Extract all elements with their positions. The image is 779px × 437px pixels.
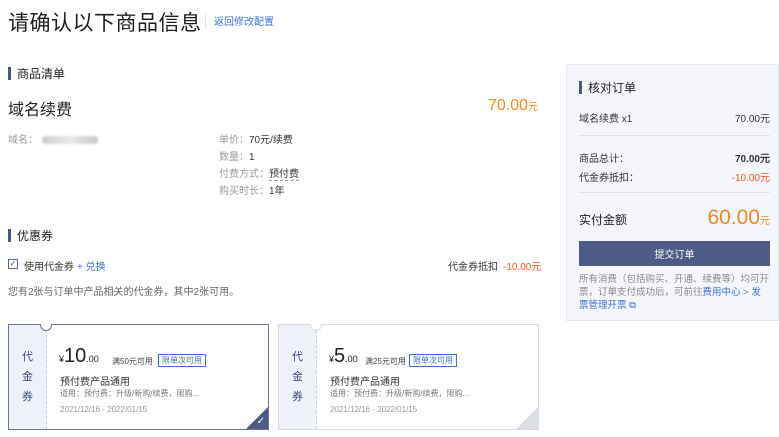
order-summary-heading-label: 核对订单 (588, 81, 637, 95)
unselected-corner (516, 407, 538, 429)
coupon-dates: 2021/12/16 - 2022/01/15 (60, 405, 148, 414)
exchange-coupon-link[interactable]: + 兑换 (77, 258, 106, 273)
coupon-side-char: 金 (22, 371, 33, 383)
order-summary-panel: 核对订单 域名续费 x1 70.00元 商品总计： 70.00元 代金券抵扣： … (566, 64, 779, 321)
detail-label: 付费方式： (219, 169, 269, 180)
heading-accent-bar (579, 81, 582, 94)
coupon-title: 预付费产品通用 (60, 377, 130, 388)
external-link-icon: ⧉ (626, 300, 636, 311)
product-price: 70.00元 (488, 97, 538, 115)
coupon-notch (310, 324, 322, 331)
coupon-side-char: 券 (22, 391, 33, 403)
detail-value: 1 (249, 152, 255, 163)
coupon-amount-value: 10 (64, 345, 87, 367)
domain-label: 域名： (8, 135, 38, 146)
coupon-amount-decimal: .00 (86, 354, 99, 364)
coupon-amount: ¥5.00 (329, 345, 358, 368)
back-to-config-link[interactable]: 返回修改配置 (205, 13, 274, 28)
submit-order-button[interactable]: 提交订单 (579, 241, 770, 266)
coupon-hint: 您有2张与订单中产品相关的代金券，其中2张可用。 (8, 287, 240, 298)
pay-amount-label: 实付金额 (579, 213, 628, 227)
product-list-heading: 商品清单 (8, 65, 65, 82)
use-coupon-checkbox[interactable]: ✓ (8, 259, 18, 269)
coupon-amount-decimal: .00 (345, 354, 358, 364)
order-summary-heading: 核对订单 (579, 79, 636, 96)
selected-check-icon: ✓ (256, 416, 265, 427)
detail-value: 1年 (269, 186, 285, 197)
coupon-side-char: 券 (292, 391, 303, 403)
summary-total-row: 商品总计： 70.00元 (579, 150, 770, 165)
coupon-side-label: 代 金 券 (9, 325, 47, 429)
summary-divider (579, 135, 770, 136)
coupon-condition: 满25元可用 (365, 357, 406, 366)
check-icon: ✓ (9, 259, 17, 268)
page-title: 请确认以下商品信息 (8, 12, 202, 35)
coupon-limit-tag: 限单次可用 (409, 354, 457, 367)
pay-amount-unit: 元 (760, 216, 770, 227)
coupon-title: 预付费产品通用 (330, 377, 400, 388)
coupon-side-char: 代 (292, 351, 303, 363)
coupon-scope: 适用：预付费：升级/新购/续费，限购... (60, 389, 200, 398)
summary-divider (579, 192, 770, 193)
detail-row-unit-price: 单价：70元/续费 (219, 131, 293, 146)
detail-row-payment-method: 付费方式：预付费 (219, 165, 299, 181)
summary-coupon-value: -10.00元 (731, 173, 770, 184)
product-name: 域名续费 (8, 102, 73, 119)
product-price-unit: 元 (528, 102, 538, 113)
heading-accent-bar (8, 229, 11, 242)
domain-value-redacted (42, 136, 98, 145)
coupon-deduct-label: 代金券抵扣 (448, 262, 498, 273)
coupon-heading: 优惠券 (8, 227, 53, 244)
summary-item-row: 域名续费 x1 70.00元 (579, 110, 770, 125)
summary-item-value: 70.00元 (734, 114, 770, 125)
coupon-condition: 满50元可用 (112, 357, 153, 366)
detail-label: 单价： (219, 135, 249, 146)
coupon-side-label: 代 金 券 (279, 325, 317, 429)
coupon-amount-value: 5 (334, 345, 346, 367)
detail-row-duration: 购买时长：1年 (219, 182, 285, 197)
coupon-card-10[interactable]: 代 金 券 ¥10.00 满50元可用 限单次可用 预付费产品通用 适用：预付费… (8, 324, 269, 430)
coupon-notch (40, 324, 52, 331)
product-list-heading-label: 商品清单 (17, 67, 66, 81)
detail-label: 数量： (219, 152, 249, 163)
coupon-amount: ¥10.00 (59, 345, 99, 368)
detail-value: 预付费 (269, 169, 299, 181)
detail-value: 70元/续费 (249, 135, 293, 146)
invoice-note: 所有消费（包括购买、开通、续费等）均可开票，订单支付成功后，可前往费用中心 > … (579, 273, 770, 312)
coupon-scope: 适用：预付费：升级/新购/续费，限购... (330, 389, 470, 398)
pay-amount-value: 60.00 (707, 206, 760, 229)
product-price-value: 70.00 (487, 97, 528, 114)
summary-total-value: 70.00元 (734, 154, 770, 165)
pay-amount: 60.00元 (707, 206, 770, 230)
coupon-card-5[interactable]: 代 金 券 ¥5.00 满25元可用 限单次可用 预付费产品通用 适用：预付费：… (278, 324, 539, 430)
coupon-dates: 2021/12/16 - 2022/01/15 (330, 405, 418, 414)
coupon-side-char: 金 (292, 371, 303, 383)
coupon-heading-label: 优惠券 (17, 229, 54, 243)
domain-row: 域名： (8, 131, 98, 146)
detail-row-quantity: 数量：1 (219, 148, 255, 163)
summary-item-label: 域名续费 x1 (579, 114, 633, 125)
summary-total-label: 商品总计： (579, 154, 629, 165)
use-coupon-label[interactable]: 使用代金券 (24, 258, 74, 273)
detail-label: 购买时长： (219, 186, 269, 197)
summary-coupon-label: 代金券抵扣： (579, 173, 639, 184)
coupon-side-char: 代 (22, 351, 33, 363)
coupon-deduct-value: -10.00元 (503, 262, 542, 273)
coupon-limit-tag: 限单次可用 (158, 354, 206, 367)
heading-accent-bar (8, 67, 11, 80)
summary-coupon-row: 代金券抵扣： -10.00元 (579, 169, 770, 184)
